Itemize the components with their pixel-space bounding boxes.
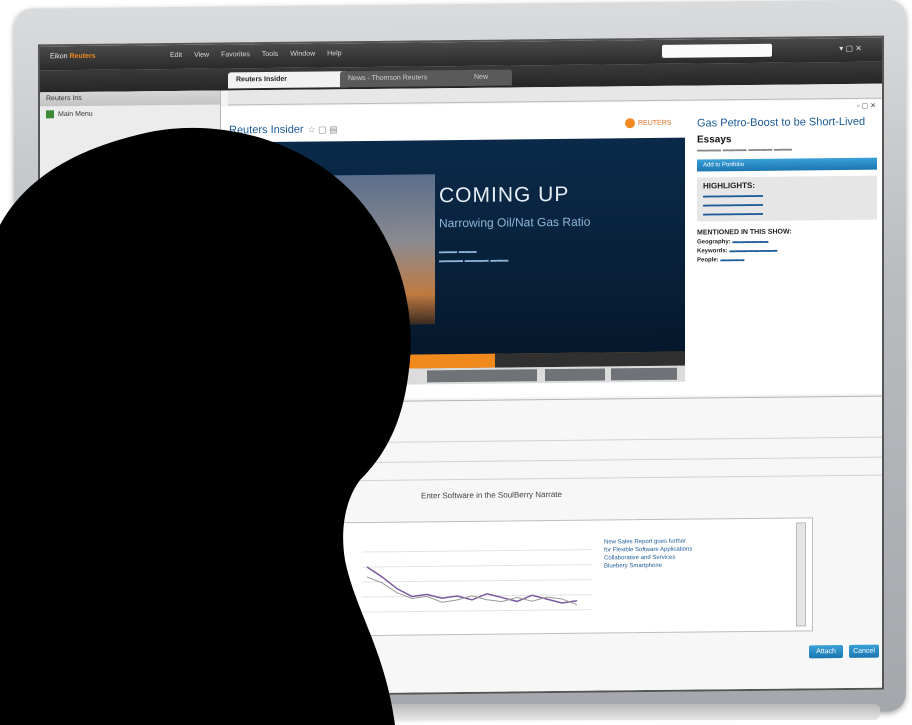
- person-silhouette: [0, 127, 411, 725]
